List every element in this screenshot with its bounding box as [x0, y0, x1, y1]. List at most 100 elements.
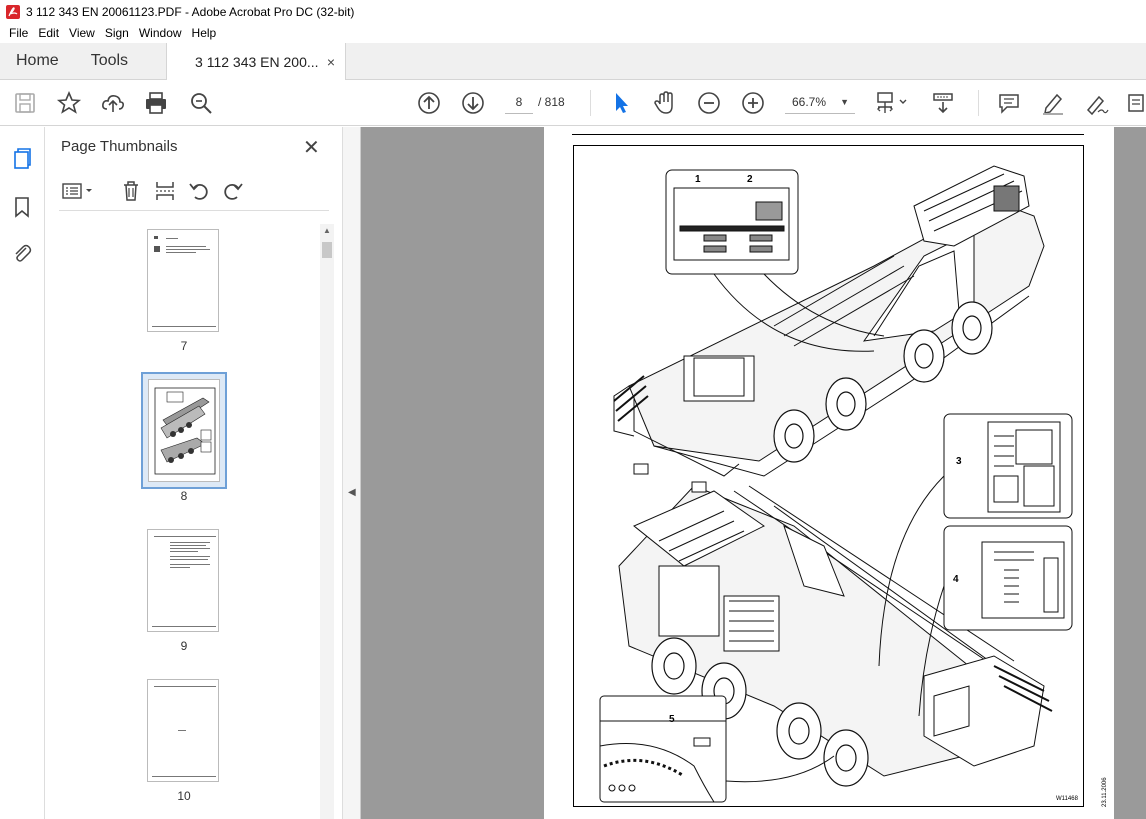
- pdf-page: 1 2 3 4 5 W11468 23.11.2006: [544, 127, 1114, 819]
- select-cursor-icon[interactable]: [608, 90, 634, 116]
- page-thumbnails-panel: Page Thumbnails ✕ ▲ 7 8 9 10: [45, 127, 343, 819]
- next-page-icon[interactable]: [460, 90, 486, 116]
- thumb-content: [154, 246, 160, 252]
- page-thumbnail-selected[interactable]: [148, 379, 220, 482]
- scroll-up-arrow-icon[interactable]: ▲: [323, 226, 331, 235]
- thumbnail-page-label: 8: [180, 489, 188, 503]
- thumb-content: [170, 548, 210, 549]
- thumb-content: [166, 249, 210, 250]
- attachment-paperclip-icon[interactable]: [10, 241, 34, 265]
- menu-edit[interactable]: Edit: [33, 26, 64, 40]
- zoom-out-icon[interactable]: [696, 90, 722, 116]
- fit-page-icon[interactable]: [874, 90, 910, 116]
- zoom-in-icon[interactable]: [740, 90, 766, 116]
- thumb-content: [170, 567, 190, 568]
- thumbnail-page-label: 7: [180, 339, 188, 353]
- close-tab-icon[interactable]: ×: [327, 54, 335, 70]
- hand-tool-icon[interactable]: [652, 90, 678, 116]
- figure-frame: 1 2 3 4 5 W11468: [573, 145, 1084, 807]
- collapse-left-arrow-icon[interactable]: ◀: [348, 487, 356, 498]
- zoom-search-icon[interactable]: [188, 90, 214, 116]
- toolbar-divider: [590, 90, 591, 116]
- tab-bar: Home Tools 3 112 343 EN 200... ×: [0, 43, 1146, 81]
- menu-file[interactable]: File: [4, 26, 33, 40]
- thumb-content: [154, 536, 216, 537]
- menu-window[interactable]: Window: [134, 26, 187, 40]
- scroll-mode-icon[interactable]: [930, 90, 956, 116]
- menu-view[interactable]: View: [64, 26, 100, 40]
- thumb-content: [170, 564, 210, 565]
- panel-title: Page Thumbnails: [61, 138, 178, 155]
- thumb-content: [170, 551, 198, 552]
- thumb-content: [178, 730, 186, 731]
- menu-bar: File Edit View Sign Window Help: [0, 23, 1146, 43]
- close-panel-icon[interactable]: ✕: [303, 135, 320, 160]
- main-toolbar: 8 / 818 66.7% ▼: [0, 80, 1146, 126]
- extract-pages-icon[interactable]: [153, 179, 177, 203]
- panel-collapse-handle[interactable]: ◀: [343, 127, 361, 819]
- scrollbar-thumb[interactable]: [322, 242, 332, 258]
- menu-sign[interactable]: Sign: [100, 26, 134, 40]
- thumb-crane-drawing: [154, 387, 216, 475]
- bookmark-icon[interactable]: [10, 195, 34, 219]
- save-icon[interactable]: [12, 90, 38, 116]
- thumb-content: [152, 776, 216, 777]
- thumbnail-page-label: 10: [177, 789, 191, 803]
- thumbnail-scrollbar[interactable]: ▲: [320, 224, 334, 819]
- callout-label: 3: [956, 456, 962, 467]
- thumbnail-toolbar: [59, 175, 329, 211]
- figure-code: W11468: [1056, 796, 1078, 802]
- zoom-level-select[interactable]: 66.7% ▼: [785, 91, 855, 114]
- upload-cloud-icon[interactable]: [100, 90, 126, 116]
- thumb-content: [154, 236, 158, 239]
- thumb-content: [152, 626, 216, 627]
- title-bar: 3 112 343 EN 20061123.PDF - Adobe Acroba…: [0, 0, 1146, 23]
- more-tools-icon[interactable]: [1126, 90, 1146, 116]
- print-icon[interactable]: [143, 90, 169, 116]
- sign-pen-icon[interactable]: [1084, 90, 1110, 116]
- tab-home[interactable]: Home: [0, 43, 75, 79]
- delete-trash-icon[interactable]: [119, 179, 143, 203]
- thumb-content: [154, 686, 216, 687]
- page-thumbnails-icon[interactable]: [10, 147, 34, 171]
- thumb-content: [170, 542, 210, 543]
- chevron-down-icon: ▼: [840, 97, 849, 107]
- options-menu-icon[interactable]: [61, 179, 95, 203]
- zoom-level-value: 66.7%: [792, 95, 827, 109]
- tab-tools[interactable]: Tools: [75, 43, 144, 79]
- side-date: 23.11.2006: [1102, 777, 1108, 807]
- bookmark-star-icon[interactable]: [56, 90, 82, 116]
- callout-label: 1: [695, 174, 701, 185]
- page-header-rule: [572, 134, 1084, 135]
- right-gutter: [1136, 127, 1146, 819]
- thumbnail-page-label: 9: [180, 639, 188, 653]
- window-title: 3 112 343 EN 20061123.PDF - Adobe Acroba…: [26, 4, 355, 19]
- thumb-content: [170, 559, 208, 560]
- toolbar-divider: [978, 90, 979, 116]
- thumb-content: [166, 238, 178, 239]
- document-tab-label: 3 112 343 EN 200...: [195, 53, 319, 70]
- callout-label: 2: [747, 174, 753, 185]
- previous-page-icon[interactable]: [416, 90, 442, 116]
- page-number-input[interactable]: 8: [505, 91, 533, 114]
- page-thumbnail[interactable]: [147, 679, 219, 782]
- acrobat-app-icon: [6, 4, 20, 19]
- crane-technical-drawing: [599, 165, 1073, 803]
- document-viewer[interactable]: 1 2 3 4 5 W11468 23.11.2006: [361, 127, 1146, 819]
- rotate-left-icon[interactable]: [187, 179, 211, 203]
- page-thumbnail[interactable]: [147, 229, 219, 332]
- thumb-content: [170, 545, 206, 546]
- callout-label: 4: [953, 574, 959, 585]
- comment-icon[interactable]: [996, 90, 1022, 116]
- menu-help[interactable]: Help: [187, 26, 222, 40]
- thumb-content: [166, 252, 196, 253]
- thumb-content: [166, 246, 206, 247]
- callout-label: 5: [669, 714, 675, 725]
- highlight-pen-icon[interactable]: [1040, 90, 1066, 116]
- tab-document[interactable]: 3 112 343 EN 200... ×: [166, 43, 347, 81]
- thumb-content: [170, 556, 210, 557]
- thumb-content: [152, 326, 216, 327]
- page-total-label: / 818: [538, 95, 565, 109]
- page-thumbnail[interactable]: [147, 529, 219, 632]
- rotate-right-icon[interactable]: [221, 179, 245, 203]
